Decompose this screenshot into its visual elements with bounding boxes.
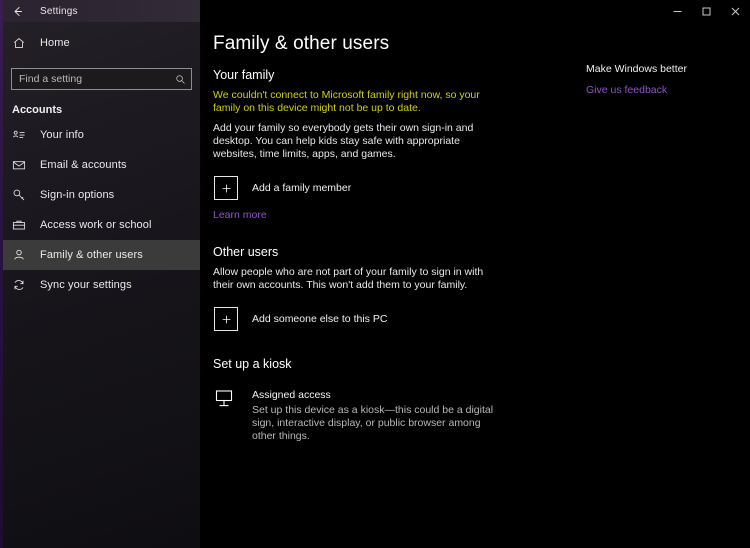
sidebar-group-header: Accounts [12,104,63,116]
add-family-member-label: Add a family member [252,182,352,194]
envelope-icon [12,158,34,172]
assigned-access-text: Assigned access Set up this device as a … [252,385,500,443]
sidebar-item-your-info[interactable]: Your info [0,120,200,150]
your-family-description: Add your family so everybody gets their … [213,122,474,160]
search-icon[interactable] [175,74,186,85]
sidebar-item-email-accounts[interactable]: Email & accounts [0,150,200,180]
search-input[interactable] [19,73,175,85]
sidebar-item-label: Access work or school [40,219,152,231]
make-windows-better-title: Make Windows better [586,63,687,75]
maximize-button[interactable] [692,0,721,22]
sidebar-item-label: Sign-in options [40,189,115,201]
sidebar: Home Accounts Your info [0,22,200,548]
sidebar-item-sync-your-settings[interactable]: Sync your settings [0,270,200,300]
sidebar-item-label: Email & accounts [40,159,127,171]
sidebar-item-sign-in-options[interactable]: Sign-in options [0,180,200,210]
title-bar: Settings [0,0,750,22]
family-connection-warning: We couldn't connect to Microsoft family … [213,89,480,114]
assigned-access-description: Set up this device as a kiosk—this could… [252,404,494,442]
other-users-description: Allow people who are not part of your fa… [213,266,484,291]
give-us-feedback-link[interactable]: Give us feedback [575,84,667,96]
sync-icon [12,278,34,292]
id-card-icon [12,128,34,142]
key-icon [12,188,34,202]
learn-more-link[interactable]: Learn more [200,209,267,221]
title-bar-left: Settings [0,0,200,22]
sidebar-item-home[interactable]: Home [0,28,200,58]
monitor-icon [214,385,238,443]
search-box[interactable] [11,68,192,90]
home-icon [12,36,34,50]
window-controls [200,0,750,22]
window-edge-accent-strip [0,0,3,548]
briefcase-icon [12,218,34,232]
settings-window: Settings Home Find a setting Accounts Yo… [0,0,750,548]
plus-icon [214,307,238,331]
right-rail: Make Windows better Give us feedback [575,22,750,548]
minimize-button[interactable] [663,0,692,22]
add-someone-else-label: Add someone else to this PC [252,313,388,325]
sidebar-item-label: Sync your settings [40,279,132,291]
close-button[interactable] [721,0,750,22]
assigned-access-title: Assigned access [252,389,331,401]
sidebar-item-label: Family & other users [40,249,143,261]
sidebar-item-label: Your info [40,129,84,141]
sidebar-item-family-other-users[interactable]: Family & other users [0,240,200,270]
person-icon [12,248,34,262]
sidebar-item-label: Home [40,37,70,49]
sidebar-item-access-work-school[interactable]: Access work or school [0,210,200,240]
app-title: Settings [40,5,78,17]
back-button[interactable] [0,0,34,22]
plus-icon [214,176,238,200]
